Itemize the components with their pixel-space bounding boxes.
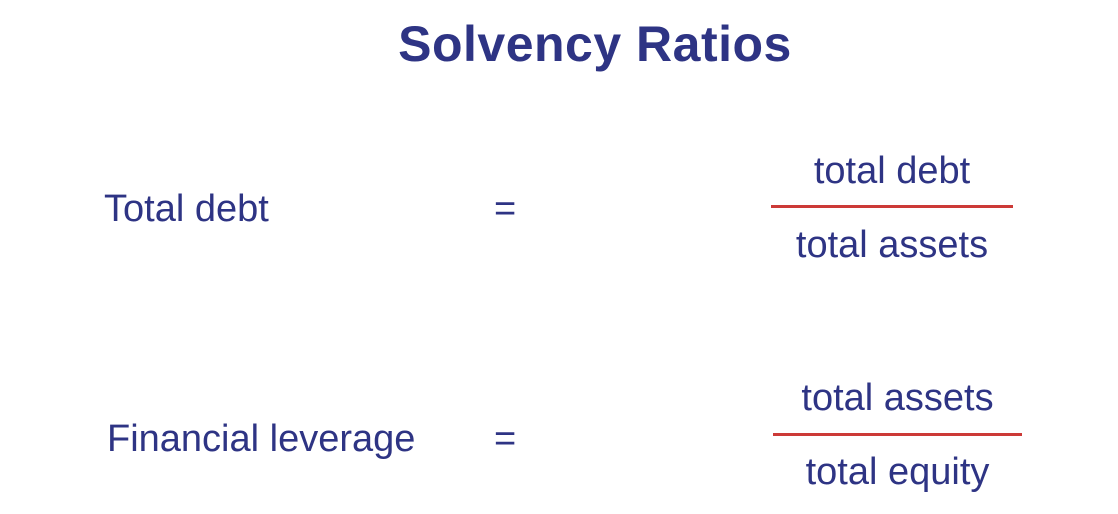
ratio-label: Total debt bbox=[104, 188, 269, 230]
fraction-bar bbox=[771, 205, 1013, 208]
fraction-numerator: total debt bbox=[813, 150, 971, 192]
equals-sign: = bbox=[494, 188, 517, 230]
slide-title: Solvency Ratios bbox=[398, 16, 792, 72]
fraction-denominator: total equity bbox=[805, 451, 990, 493]
fraction-denominator: total assets bbox=[795, 224, 989, 266]
fraction-bar bbox=[773, 433, 1022, 436]
equals-sign: = bbox=[494, 418, 517, 460]
fraction-numerator: total assets bbox=[801, 377, 994, 419]
ratio-label: Financial leverage bbox=[107, 418, 416, 460]
